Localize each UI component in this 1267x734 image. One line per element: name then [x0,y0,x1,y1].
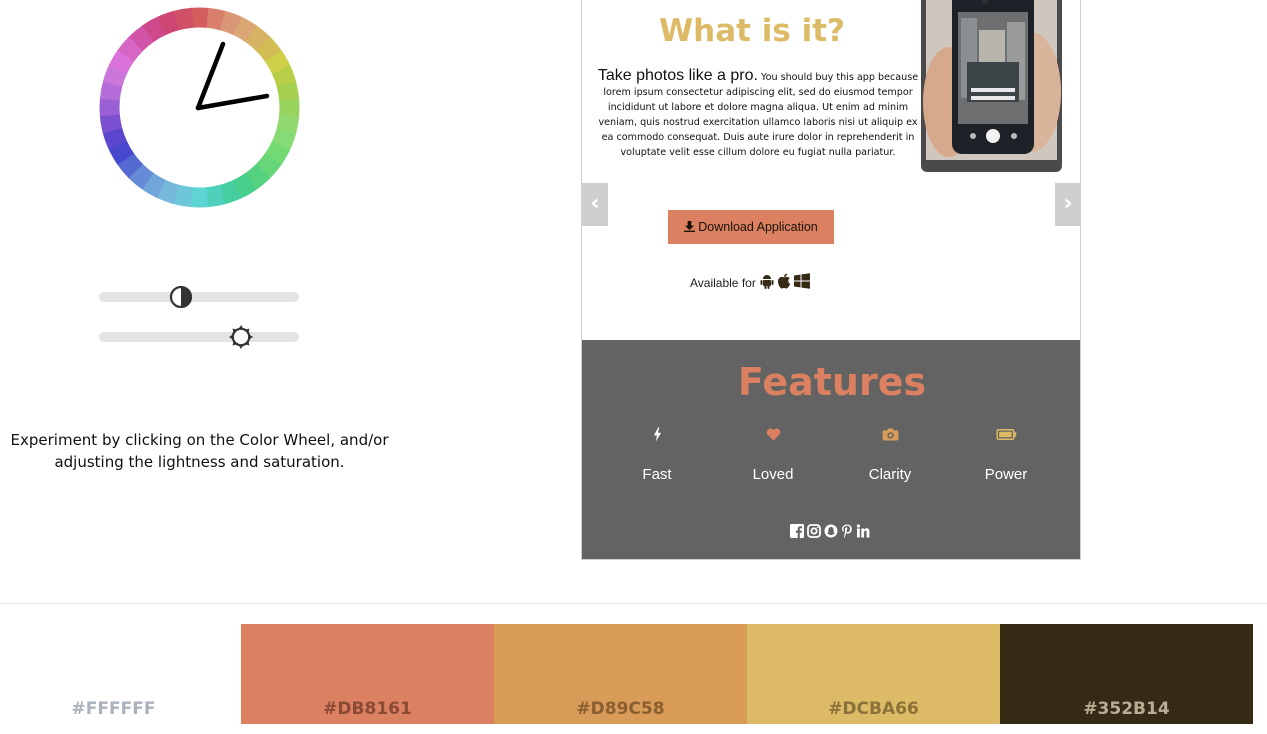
app-description-lead: Take photos like a pro. [597,67,758,84]
color-swatch[interactable]: #352B14 [1000,624,1253,724]
linkedin-icon[interactable] [856,524,870,538]
color-picker-pointer [195,41,270,111]
android-icon [760,273,774,292]
instagram-icon[interactable] [807,524,821,538]
available-for-label: Available for [690,275,756,290]
contrast-icon[interactable] [169,285,193,309]
color-swatch[interactable]: #FFFFFF [0,624,240,724]
color-swatch[interactable]: #D89C58 [494,624,747,724]
hue-segment[interactable] [190,7,210,28]
battery-icon [951,424,1061,444]
feature-loved: Loved [718,424,828,483]
social-links [790,524,870,538]
features-section: Features Fast Loved Clarity Power [582,340,1080,559]
color-swatch[interactable]: #DCBA66 [747,624,1000,724]
palette-generator-page: Experiment by clicking on the Color Whee… [0,0,1267,734]
heart-icon [718,424,828,444]
swatch-hex-label: #DB8161 [323,699,412,719]
hue-segment[interactable] [279,98,300,118]
pinterest-icon[interactable] [841,524,853,538]
feature-power: Power [951,424,1061,483]
download-button-label: Download Application [698,220,818,234]
feature-label: Loved [752,466,794,483]
swatch-hex-label: #DCBA66 [828,699,919,719]
section-divider [0,603,1267,604]
instructions-text: Experiment by clicking on the Color Whee… [10,431,389,471]
download-icon [684,221,696,232]
brightness-icon[interactable] [229,325,253,349]
hue-segment[interactable] [99,97,120,117]
swatch-hex-label: #D89C58 [576,699,665,719]
snapchat-icon[interactable] [824,524,838,538]
carousel-next-button[interactable]: › [1055,183,1080,226]
download-application-button[interactable]: Download Application [668,210,834,244]
feature-fast: Fast [602,424,712,483]
what-is-it-heading: What is it? [658,13,846,49]
camera-icon [835,424,945,444]
apple-icon [777,273,791,292]
swatch-hex-label: #352B14 [1083,699,1170,719]
saturation-slider[interactable] [99,325,299,349]
app-description-body: You should buy this app because lorem ip… [598,72,919,158]
feature-clarity: Clarity [835,424,945,483]
lightness-slider[interactable] [99,285,299,309]
color-wheel[interactable] [99,7,300,208]
swatch-hex-label: #FFFFFF [71,699,156,719]
color-swatch[interactable]: #DB8161 [241,624,494,724]
feature-label: Clarity [868,466,912,483]
feature-label: Fast [642,466,672,483]
hue-segment[interactable] [189,187,209,208]
app-preview: ‹ › What is it? Take photos like a pro. … [581,0,1081,560]
windows-icon [793,273,810,292]
phone-photo-image [921,0,1062,172]
features-heading: Features [737,360,927,404]
feature-label: Power [984,466,1028,483]
bolt-icon [602,424,712,444]
carousel-prev-button[interactable]: ‹ [582,183,608,226]
available-platforms: Available for [690,273,810,292]
facebook-icon[interactable] [790,524,804,538]
app-description: Take photos like a pro. You should buy t… [594,68,922,160]
